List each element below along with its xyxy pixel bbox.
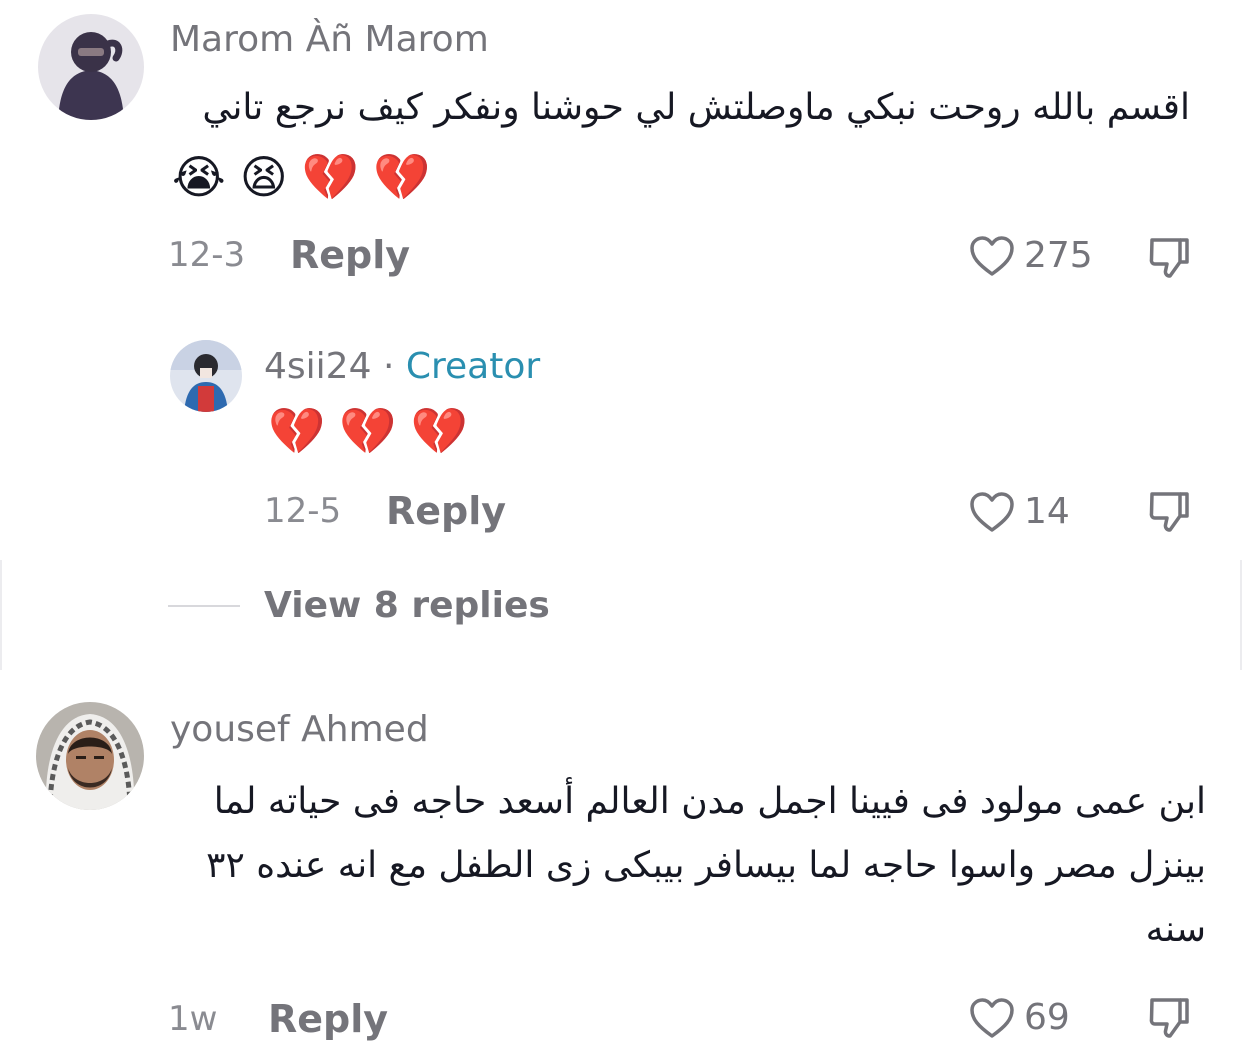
comment-date: 12-3: [168, 235, 246, 275]
dislike-button[interactable]: [1146, 994, 1192, 1040]
dislike-button[interactable]: [1146, 234, 1192, 280]
broken-heart-emoji: 💔: [373, 150, 431, 204]
reply-avatar[interactable]: [170, 340, 242, 412]
comment-emojis: 😭 😫 💔 💔: [172, 154, 430, 200]
heart-outline-icon: [970, 492, 1014, 532]
heart-outline-icon: [970, 998, 1014, 1038]
comment-text: اقسم بالله روحت نبكي ماوصلتش لي حوشنا ون…: [202, 87, 1190, 128]
avatar[interactable]: [38, 14, 144, 120]
separator-dot: ·: [382, 346, 395, 387]
comment-date: 1w: [168, 999, 218, 1039]
reply-dislike-button[interactable]: [1146, 488, 1192, 534]
reply-button[interactable]: Reply: [290, 236, 410, 274]
reply-avatar-image: [170, 340, 242, 412]
reply-like-count: 14: [1024, 491, 1070, 532]
reply-reply-button[interactable]: Reply: [386, 492, 506, 530]
broken-heart-emoji: 💔: [410, 404, 468, 458]
reply-emojis: 💔 💔 💔: [268, 408, 468, 454]
reply-username[interactable]: 4sii24: [264, 346, 371, 387]
thumbs-down-icon: [1149, 238, 1189, 278]
reply-like-button[interactable]: 14: [968, 490, 1070, 534]
thumbs-down-icon: [1149, 492, 1189, 532]
reply-username-row: 4sii24 · Creator: [264, 349, 540, 385]
loudly-crying-face-emoji: 😭: [172, 150, 226, 204]
thumbs-down-icon: [1149, 998, 1189, 1038]
like-button[interactable]: 69: [968, 996, 1070, 1040]
left-edge-line: [0, 560, 2, 670]
view-replies-divider: [168, 605, 240, 607]
avatar-image: [38, 14, 144, 120]
creator-badge: Creator: [405, 346, 541, 387]
avatar-image: [36, 702, 144, 810]
reply-button[interactable]: Reply: [268, 1000, 388, 1038]
broken-heart-emoji: 💔: [339, 404, 397, 458]
view-replies-button[interactable]: View 8 replies: [264, 588, 550, 624]
like-button[interactable]: 275: [968, 234, 1093, 278]
like-count: 275: [1024, 235, 1093, 276]
comment-username[interactable]: Marom Àñ Marom: [170, 22, 489, 58]
tired-face-emoji: 😫: [239, 150, 288, 204]
broken-heart-emoji: 💔: [301, 150, 359, 204]
comment-text: ابن عمى مولود فى فيينا اجمل مدن العالم أ…: [206, 781, 1206, 950]
reply-date: 12-5: [264, 491, 342, 531]
broken-heart-emoji: 💔: [268, 404, 326, 458]
heart-outline-icon: [970, 236, 1014, 276]
comment-username[interactable]: yousef Ahmed: [170, 712, 429, 748]
avatar[interactable]: [36, 702, 144, 810]
like-count: 69: [1024, 997, 1070, 1038]
